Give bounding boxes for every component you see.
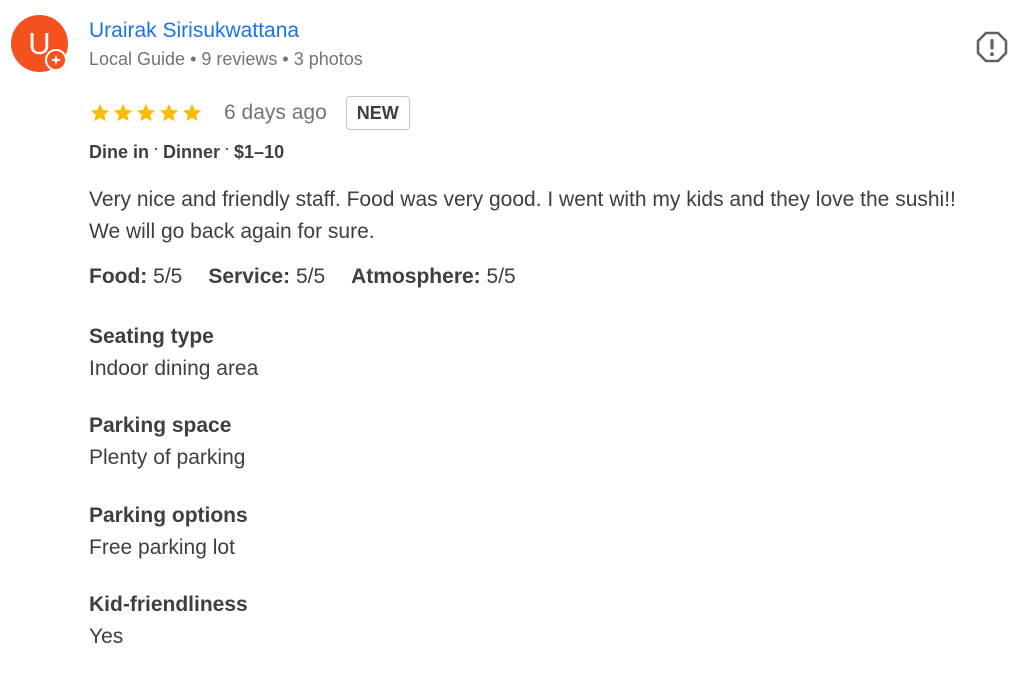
author-name[interactable]: Urairak Sirisukwattana: [89, 19, 299, 43]
attribute-value: Plenty of parking: [89, 446, 246, 469]
attribute-label: Seating type: [89, 325, 214, 348]
attribute-kid-friendliness: Kid-friendliness Yes: [89, 589, 248, 653]
star-rating: [89, 102, 203, 124]
attribute-value: Indoor dining area: [89, 357, 259, 380]
attribute-parking-space: Parking space Plenty of parking: [89, 410, 245, 474]
local-guide-badge-icon: [45, 49, 67, 71]
subrating-service: Service: 5/5: [208, 265, 326, 288]
star-icon: [182, 103, 202, 122]
review-text: Very nice and friendly staff. Food was v…: [89, 188, 956, 243]
subrating-food: Food: 5/5: [89, 265, 183, 288]
context-price: $1–10: [234, 142, 285, 162]
subratings: Food: 5/5 Service: 5/5 Atmosphere: 5/5: [89, 265, 516, 289]
attribute-label: Kid-friendliness: [89, 593, 248, 616]
author-meta: Local Guide • 9 reviews • 3 photos: [89, 49, 363, 69]
star-icon: [136, 103, 156, 122]
star-icon: [90, 103, 110, 122]
context-meal: Dinner: [163, 142, 221, 162]
author-review-count: 9 reviews: [201, 49, 278, 69]
attribute-label: Parking options: [89, 504, 248, 527]
star-icon: [159, 103, 179, 122]
attribute-parking-options: Parking options Free parking lot: [89, 500, 248, 564]
subrating-atmosphere: Atmosphere: 5/5: [351, 265, 516, 288]
author-role: Local Guide: [89, 49, 186, 69]
author-photo-count: 3 photos: [293, 49, 363, 69]
star-icon: [113, 103, 133, 122]
attribute-value: Free parking lot: [89, 536, 235, 559]
review-date: 6 days ago: [224, 101, 327, 124]
attribute-seating-type: Seating type Indoor dining area: [89, 321, 258, 385]
visit-context: Dine in · Dinner · $1–10: [89, 138, 285, 162]
attribute-value: Yes: [89, 625, 124, 648]
attribute-label: Parking space: [89, 414, 232, 437]
new-badge: NEW: [345, 96, 410, 130]
context-service: Dine in: [89, 142, 150, 162]
report-review-button[interactable]: [975, 30, 1009, 64]
rating-row: 6 days ago NEW: [89, 94, 410, 132]
report-octagon-icon: [976, 31, 1008, 63]
